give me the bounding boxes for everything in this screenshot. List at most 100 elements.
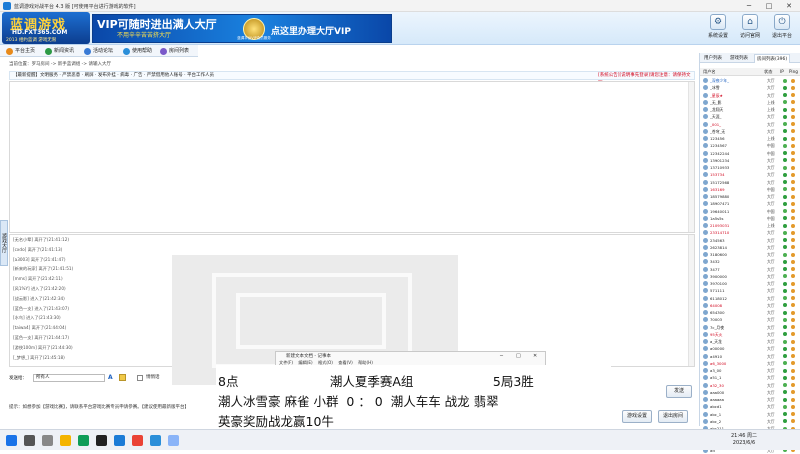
app-icon-red[interactable] — [132, 435, 143, 446]
user-row[interactable]: aaaaaa 大厅 — [700, 396, 800, 403]
user-row[interactable]: aaa000 大厅 — [700, 389, 800, 396]
user-row[interactable]: a_天龙 大厅 — [700, 338, 800, 345]
whisper-checkbox[interactable] — [137, 375, 143, 381]
qq-icon[interactable] — [96, 435, 107, 446]
close-button[interactable]: ✕ — [780, 1, 798, 11]
user-row[interactable]: 3900000 大厅 — [700, 273, 800, 280]
tab-users[interactable]: 用户列表 — [702, 54, 724, 63]
user-row[interactable]: 95天火 大厅 — [700, 331, 800, 338]
ip-status-icon — [783, 390, 787, 395]
user-row[interactable]: abc_1 大厅 — [700, 411, 800, 418]
nav-news[interactable]: 新闻资讯 — [45, 47, 74, 56]
taskbar-clock[interactable]: 21:46 周二 2023/6/6 — [731, 433, 757, 447]
user-row[interactable]: a00000 大厅 — [700, 345, 800, 352]
chat-scrollbar[interactable] — [688, 82, 694, 232]
ping-icon — [791, 172, 795, 177]
user-row[interactable]: a6_3000 大厅 — [700, 360, 800, 367]
user-row[interactable]: 3432 大厅 — [700, 258, 800, 265]
user-row[interactable]: 15172568 大厅 — [700, 179, 800, 186]
user-row[interactable]: _无_影 上线 — [700, 99, 800, 106]
nav-home[interactable]: 平台主页 — [6, 47, 35, 56]
user-row[interactable]: 21093031 上线 — [700, 222, 800, 229]
col-status[interactable]: 状态 — [764, 68, 772, 76]
tab-rooms[interactable]: 房间列表(396) — [754, 54, 791, 63]
col-username[interactable]: 用户名 — [703, 68, 716, 76]
room-settings-button[interactable]: 游戏设置 — [622, 410, 652, 423]
user-row[interactable]: abc_2 大厅 — [700, 418, 800, 425]
ping-icon — [791, 332, 795, 337]
app-icon-blue[interactable] — [150, 435, 161, 446]
user-row[interactable]: 3477 大厅 — [700, 266, 800, 273]
user-row[interactable]: _001_ 大厅 — [700, 121, 800, 128]
ping-icon — [791, 93, 795, 97]
user-name: 2623814 — [710, 244, 727, 250]
user-row[interactable]: 7c_月夜 大厅 — [700, 324, 800, 331]
nav-help[interactable]: 使用帮助 — [123, 47, 152, 56]
user-row[interactable]: 18907471 大厅 — [700, 200, 800, 207]
nav-forum[interactable]: 活动论坛 — [84, 47, 113, 56]
user-row[interactable]: a32_30 大厅 — [700, 382, 800, 389]
user-row[interactable]: 6118012 大厅 — [700, 295, 800, 302]
ping-icon — [791, 209, 795, 213]
minimize-button[interactable]: ─ — [740, 1, 758, 11]
user-row[interactable]: 18579880 大厅 — [700, 193, 800, 200]
send-target-select[interactable]: 所有人 — [33, 374, 105, 382]
user-row[interactable]: 3180600 大厅 — [700, 251, 800, 258]
notepad-maximize[interactable]: □ — [516, 353, 521, 359]
col-ping[interactable]: Ping — [789, 68, 798, 76]
user-row[interactable]: 3970100 大厅 — [700, 280, 800, 287]
user-row[interactable]: 571111 大厅 — [700, 287, 800, 294]
user-row[interactable]: 234563 大厅 — [700, 237, 800, 244]
user-row[interactable]: a3_00 大厅 — [700, 367, 800, 374]
col-ip[interactable]: IP — [780, 68, 784, 76]
ip-status-icon — [783, 412, 787, 416]
join-log-scrollbar[interactable] — [688, 235, 694, 366]
notepad-close[interactable]: ✕ — [533, 353, 537, 359]
font-icon[interactable]: A — [108, 374, 116, 382]
user-row[interactable]: 13710933 大厅 — [700, 164, 800, 171]
lobby-side-tab[interactable]: 游戏大厅 — [0, 220, 8, 266]
user-row[interactable]: 64008 大厅 — [700, 302, 800, 309]
join-log-item: [风1%Y] 进入了(21:42:20) — [13, 285, 66, 291]
user-row[interactable]: 19640011 中国 — [700, 208, 800, 215]
emoji-icon[interactable] — [119, 374, 126, 381]
visit-website-button[interactable]: ⌂ 访问官网 — [736, 14, 764, 42]
user-row[interactable]: 654300 大厅 — [700, 309, 800, 316]
user-row[interactable]: 1234567 中国 — [700, 142, 800, 149]
notepad-minimize[interactable]: ─ — [500, 353, 503, 359]
game-platform-icon[interactable] — [114, 435, 125, 446]
user-row[interactable]: 23314710 大厅 — [700, 229, 800, 236]
user-row[interactable]: _星辰★ 大厅 — [700, 92, 800, 99]
nav-rooms[interactable]: 房间列表 — [160, 47, 189, 56]
user-row[interactable]: abcd1 大厅 — [700, 403, 800, 410]
tab-games[interactable]: 游戏列表 — [728, 54, 750, 63]
user-row[interactable]: a4910 大厅 — [700, 353, 800, 360]
user-row[interactable]: _深夜少年_ 大厅 — [700, 77, 800, 84]
user-row[interactable]: _苍穹_无 大厅 — [700, 128, 800, 135]
user-row[interactable]: 163169 中国 — [700, 186, 800, 193]
user-row[interactable]: 2623814 大厅 — [700, 244, 800, 251]
exit-room-button[interactable]: 退出房间 — [658, 410, 688, 423]
system-settings-button[interactable]: ⚙ 系统设置 — [704, 14, 732, 42]
windows-start-icon[interactable] — [6, 435, 17, 446]
user-row[interactable]: 12342244 中国 — [700, 150, 800, 157]
chat-area[interactable] — [9, 81, 695, 233]
user-row[interactable]: 123456 上线 — [700, 135, 800, 142]
notepad-task-icon[interactable] — [168, 435, 179, 446]
user-row[interactable]: _龙翔天 上线 — [700, 106, 800, 113]
user-row[interactable]: a51_1 大厅 — [700, 374, 800, 381]
user-row[interactable]: _冰雪 大厅 — [700, 84, 800, 91]
user-row[interactable]: _天涯_ 大厅 — [700, 113, 800, 120]
vip-ad-banner[interactable]: VIP可随时进出满人大厅 不用辛辛苦苦挤大厅 蓝调平台VIP会员服务 点这里办理… — [92, 14, 392, 43]
search-icon[interactable] — [24, 435, 35, 446]
user-row[interactable]: 153734 大厅 — [700, 171, 800, 178]
user-row[interactable]: 1a5s5s 中国 — [700, 215, 800, 222]
user-row[interactable]: 70003 大厅 — [700, 316, 800, 323]
maximize-button[interactable]: □ — [760, 1, 778, 11]
browser-icon[interactable] — [78, 435, 89, 446]
send-button[interactable]: 发送 — [666, 385, 692, 398]
file-explorer-icon[interactable] — [60, 435, 71, 446]
task-view-icon[interactable] — [42, 435, 53, 446]
exit-platform-button[interactable]: ⏻ 退出平台 — [768, 14, 796, 42]
user-row[interactable]: 13901234 大厅 — [700, 157, 800, 164]
